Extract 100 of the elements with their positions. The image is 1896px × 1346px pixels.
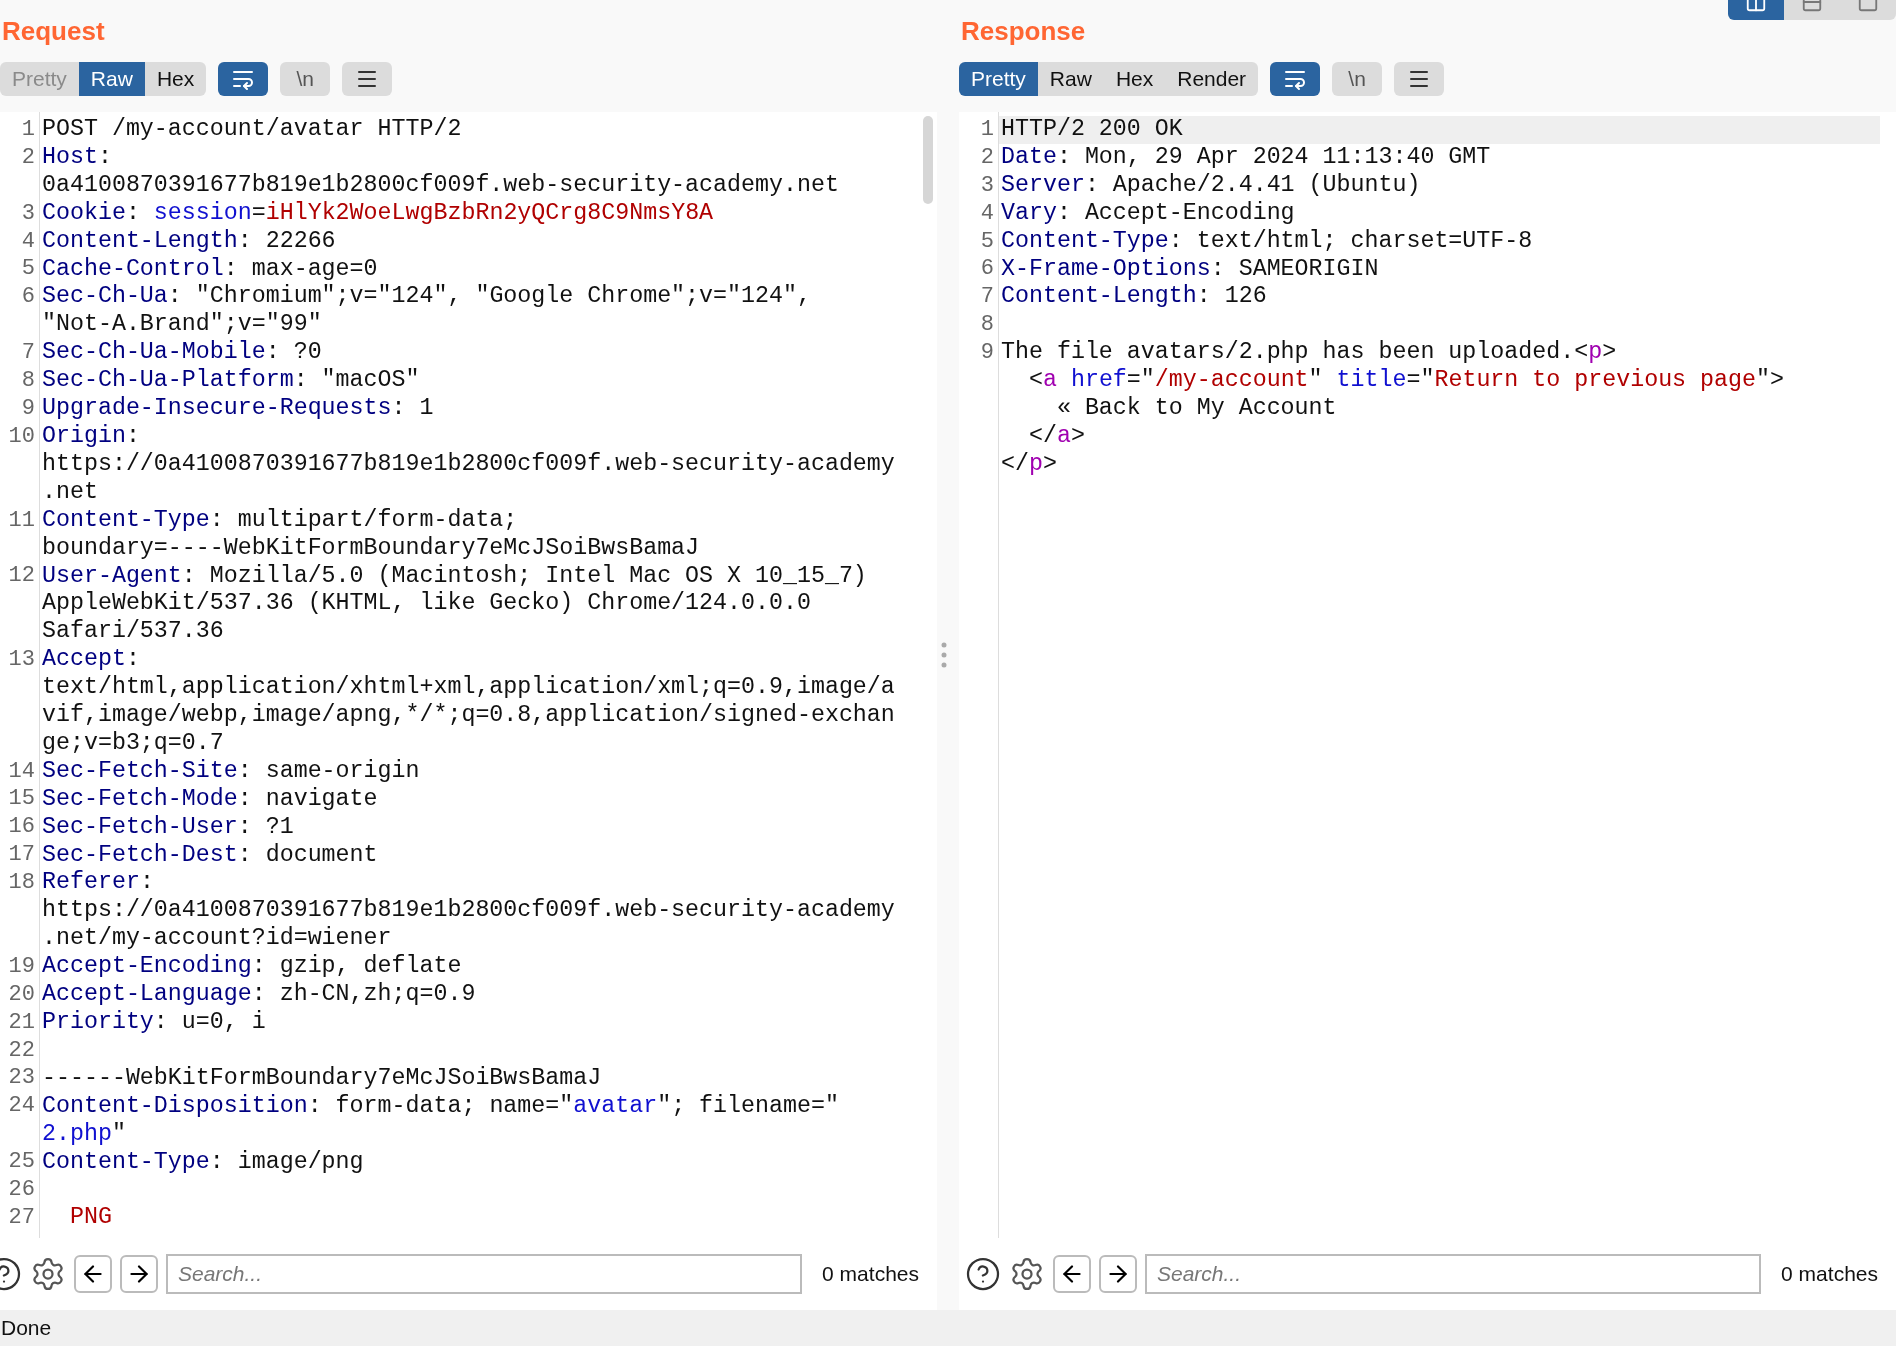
- code-line: Accept-Language: zh-CN,zh;q=0.9: [42, 981, 476, 1009]
- line-number: 25: [8, 1149, 35, 1175]
- line-number: 8: [21, 368, 35, 394]
- panel-title: Request: [2, 15, 105, 48]
- code-line: vif,image/webp,image/apng,*/*;q=0.8,application/signed-exchan: [42, 702, 895, 730]
- drag-handle-icon[interactable]: [941, 642, 947, 668]
- line-number: 10: [8, 423, 35, 449]
- view-tab[interactable]: Hex: [144, 62, 207, 96]
- menu-button[interactable]: [1394, 62, 1445, 96]
- menu-button[interactable]: [342, 62, 393, 96]
- code-line: Sec-Ch-Ua: "Chromium";v="124", "Google Chrome";v="124",: [42, 283, 811, 312]
- code-line: 2.php": [42, 1120, 126, 1149]
- view-tab[interactable]: Raw: [78, 62, 145, 96]
- code-line: text/html,application/xhtml+xml,application/xml;q=0.9,image/a: [42, 674, 895, 703]
- line-number: 20: [8, 981, 35, 1007]
- code-line: Accept-Encoding: gzip, deflate: [42, 953, 462, 982]
- code-line: Upgrade-Insecure-Requests: 1: [42, 395, 434, 423]
- line-number: 24: [8, 1093, 35, 1119]
- code-line: Content-Type: image/png: [42, 1148, 364, 1177]
- line-number: 1: [980, 117, 994, 142]
- code-line: Content-Disposition: form-data; name="avatar"; filename=": [42, 1092, 839, 1121]
- view-tab[interactable]: Raw: [1037, 62, 1104, 96]
- code-line: ------WebKitFormBoundary7eMcJSoiBwsBamaJ: [42, 1064, 602, 1093]
- line-number: 2: [21, 144, 35, 170]
- panel-title: Response: [961, 15, 1086, 48]
- line-number: 27: [8, 1204, 35, 1230]
- code-line: </a>: [1027, 422, 1085, 451]
- line-number: 26: [8, 1177, 35, 1202]
- line-number: 9: [980, 340, 994, 366]
- line-number: 16: [8, 814, 35, 840]
- wrap-toggle[interactable]: [1270, 62, 1321, 96]
- line-number: 9: [21, 395, 35, 421]
- line-number: 2: [980, 144, 994, 170]
- help-icon[interactable]: [965, 1256, 1001, 1292]
- code-line: boundary=----WebKitFormBoundary7eMcJSoiBwsBamaJ: [42, 534, 700, 563]
- code-line: </p>: [1001, 450, 1057, 479]
- search-field[interactable]: Search...: [166, 1254, 803, 1294]
- code-line: Date: Mon, 29 Apr 2024 11:13:40 GMT: [1001, 143, 1491, 172]
- code-line: Accept:: [42, 646, 140, 675]
- line-number: 6: [980, 256, 994, 282]
- newline-toggle[interactable]: \n: [280, 62, 331, 96]
- code-line: Server: Apache/2.4.41 (Ubuntu): [1001, 171, 1421, 200]
- line-number: 4: [21, 228, 35, 254]
- next-button[interactable]: [120, 1255, 158, 1293]
- line-number: 22: [8, 1037, 35, 1063]
- line-number: 8: [980, 312, 994, 338]
- line-number: 19: [8, 953, 35, 979]
- settings-icon[interactable]: [1009, 1256, 1045, 1292]
- line-number: 23: [8, 1065, 35, 1091]
- code-line: Priority: u=0, i: [42, 1009, 266, 1037]
- code-line: Cache-Control: max-age=0: [42, 255, 378, 284]
- code-line: User-Agent: Mozilla/5.0 (Macintosh; Intel Mac OS X 10_15_7): [42, 562, 867, 591]
- line-number: 12: [8, 563, 35, 589]
- code-line: X-Frame-Options: SAMEORIGIN: [1001, 255, 1379, 284]
- line-number: 7: [21, 340, 35, 366]
- line-number: 18: [8, 870, 35, 896]
- settings-icon[interactable]: [30, 1256, 66, 1292]
- search-field[interactable]: Search...: [1145, 1254, 1762, 1294]
- status-text: Done: [1, 1315, 52, 1342]
- code-line: Safari/537.36: [42, 618, 224, 647]
- line-number: 15: [8, 786, 35, 812]
- line-number: 17: [8, 842, 35, 868]
- next-button[interactable]: [1099, 1255, 1137, 1293]
- line-number: 11: [8, 507, 35, 533]
- newline-toggle[interactable]: \n: [1332, 62, 1383, 96]
- code-line: ge;v=b3;q=0.7: [42, 729, 224, 758]
- code-line: Cookie: session=iHlYk2WoeLwgBzbRn2yQCrg8C9NmsY8A: [42, 199, 714, 228]
- code-line: .net: [42, 478, 98, 507]
- code-line: HTTP/2 200 OK: [1001, 116, 1183, 144]
- code-line: 0a4100870391677b819e1b2800cf009f.web-security-academy.net: [42, 171, 839, 200]
- code-line: Host:: [42, 143, 112, 172]
- code-line: Referer:: [42, 869, 154, 898]
- code-line: Content-Type: multipart/form-data;: [42, 506, 518, 535]
- line-number: 5: [21, 256, 35, 282]
- code-line: Content-Length: 22266: [42, 227, 336, 256]
- line-number: 3: [980, 172, 994, 198]
- code-line: PNG: [68, 1204, 112, 1233]
- line-number: 6: [21, 284, 35, 310]
- code-line: "Not-A.Brand";v="99": [42, 311, 322, 340]
- code-line: Sec-Fetch-Mode: navigate: [42, 785, 378, 814]
- view-tab[interactable]: Pretty: [959, 62, 1038, 96]
- line-number: 21: [8, 1009, 35, 1035]
- match-count: 0 matches: [821, 1261, 920, 1288]
- code-line: The file avatars/2.php has been uploaded.<p>: [1001, 339, 1617, 368]
- view-tab[interactable]: Hex: [1103, 62, 1166, 96]
- code-line: « Back to My Account: [1055, 395, 1337, 423]
- line-number: 5: [980, 228, 994, 254]
- code-line: Sec-Fetch-Site: same-origin: [42, 757, 420, 786]
- previous-button[interactable]: [74, 1255, 112, 1293]
- code-line: .net/my-account?id=wiener: [42, 925, 392, 954]
- wrap-toggle[interactable]: [218, 62, 269, 96]
- line-number: 1: [21, 117, 35, 142]
- line-number: 3: [21, 200, 35, 226]
- code-line: Origin:: [42, 422, 140, 451]
- code-line: POST /my-account/avatar HTTP/2: [42, 116, 462, 144]
- view-tab[interactable]: Render: [1165, 62, 1259, 96]
- previous-button[interactable]: [1053, 1255, 1091, 1293]
- code-line: Vary: Accept-Encoding: [1001, 199, 1295, 228]
- code-line: <a href="/my-account" title="Return to previous page">: [1027, 367, 1784, 396]
- line-number: 4: [980, 200, 994, 226]
